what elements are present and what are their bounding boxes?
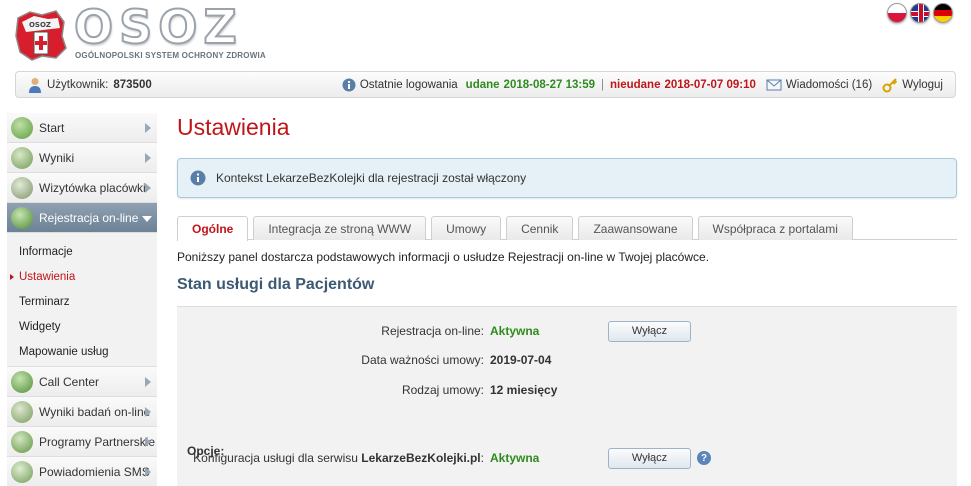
sidebar-item-label: Wizytówka placówki xyxy=(39,180,146,195)
row-value: Aktywna xyxy=(490,451,540,465)
flag-de-icon[interactable] xyxy=(933,3,953,23)
chevron-right-icon xyxy=(145,153,151,163)
sidebar-item-call-center[interactable]: Call Center xyxy=(7,367,157,397)
chevron-right-icon xyxy=(145,377,151,387)
sidebar-item-label: Powiadomienia SMS xyxy=(39,464,150,479)
user-id: 873500 xyxy=(113,78,152,91)
row-value: Aktywna xyxy=(490,324,540,338)
row-label: Konfiguracja usługi dla serwisu LekarzeB… xyxy=(177,451,490,465)
monitor-icon xyxy=(11,116,33,139)
header: OSOZ OSOZ OGÓLNOPOLSKI SYSTEM OCHRONY ZD… xyxy=(0,0,971,70)
envelope-icon[interactable] xyxy=(766,78,782,92)
microscope-icon xyxy=(11,400,33,423)
login-fail-value: 2018-07-07 09:10 xyxy=(664,78,756,91)
tab-umowy[interactable]: Umowy xyxy=(431,216,502,240)
handshake-icon xyxy=(11,430,33,453)
login-separator: | xyxy=(600,78,604,91)
disable-registration-button[interactable]: Wyłącz xyxy=(608,320,691,342)
row-rodzaj-umowy: Rodzaj umowy: 12 miesięcy xyxy=(177,380,957,400)
phone-icon xyxy=(11,370,33,393)
sidebar-item-wyniki[interactable]: Wyniki xyxy=(7,143,157,173)
info-message: Kontekst LekarzeBezKolejki dla rejestrac… xyxy=(177,158,957,198)
sidebar-submenu: Informacje Ustawienia Terminarz Widgety … xyxy=(7,233,157,367)
tab-zaawansowane[interactable]: Zaawansowane xyxy=(578,216,693,240)
sidebar-item-start[interactable]: Start xyxy=(7,113,157,143)
disable-lbk-button[interactable]: Wyłącz xyxy=(608,447,691,469)
tab-ogolne[interactable]: Ogólne xyxy=(177,216,249,241)
flag-en-icon[interactable] xyxy=(910,3,930,23)
chevron-right-icon xyxy=(145,437,151,447)
sidebar-item-label: Call Center xyxy=(39,374,100,389)
row-value: 2019-07-04 xyxy=(490,353,552,367)
osoz-logo-icon[interactable]: OSOZ xyxy=(12,6,68,62)
flag-pl-icon[interactable] xyxy=(887,3,907,23)
sidebar-item-sms[interactable]: Powiadomienia SMS xyxy=(7,457,157,486)
submenu-item-mapowanie[interactable]: Mapowanie usług xyxy=(7,339,157,364)
panel-description: Poniższy panel dostarcza podstawowych in… xyxy=(177,250,710,264)
row-label: Rodzaj umowy: xyxy=(401,383,484,397)
key-icon[interactable] xyxy=(882,77,898,93)
logout-link[interactable]: Wyloguj xyxy=(902,79,943,91)
language-switcher xyxy=(887,3,953,23)
login-fail-label: nieudane xyxy=(609,78,661,91)
user-bar: Użytkownik: 873500 Ostatnie logowania ud… xyxy=(15,71,956,98)
info-icon xyxy=(190,170,206,186)
sidebar-item-label: Programy Partnerskie xyxy=(39,434,156,449)
row-konfiguracja: Konfiguracja usługi dla serwisu LekarzeB… xyxy=(177,447,957,469)
chevron-right-icon xyxy=(145,183,151,193)
messages-link[interactable]: Wiadomości (16) xyxy=(786,79,872,91)
user-label: Użytkownik: xyxy=(47,78,109,91)
row-label: Rejestracja on-line: xyxy=(381,324,484,338)
row-rejestracja: Rejestracja on-line: Aktywna Wyłącz xyxy=(177,320,957,342)
row-label: Data ważności umowy: xyxy=(361,353,484,367)
tab-cennik[interactable]: Cennik xyxy=(506,216,574,240)
help-icon[interactable]: ? xyxy=(697,451,711,465)
last-logins-label: Ostatnie logowania xyxy=(359,78,458,91)
row-value: 12 miesięcy xyxy=(490,383,558,397)
page-title: Ustawienia xyxy=(177,114,290,140)
sidebar-item-label: Wyniki xyxy=(39,150,75,165)
sidebar-item-label: Rejestracja on-line xyxy=(39,210,139,225)
tab-integracja[interactable]: Integracja ze stroną WWW xyxy=(253,216,427,240)
sidebar-item-wyniki-badan[interactable]: Wyniki badań on-line xyxy=(7,397,157,427)
submenu-item-widgety[interactable]: Widgety xyxy=(7,314,157,339)
sidebar: Start Wyniki Wizytówka placówki Rejestra… xyxy=(7,113,157,486)
user-icon xyxy=(29,77,41,93)
section-title: Stan usługi dla Pacjentów xyxy=(177,276,375,293)
option-label-suffix: : xyxy=(480,451,484,465)
sms-icon xyxy=(11,460,33,483)
logo-subtitle: OGÓLNOPOLSKI SYSTEM OCHRONY ZDROWIA xyxy=(75,51,266,60)
chevron-right-icon xyxy=(145,123,151,133)
login-success-label: udane xyxy=(465,78,500,91)
service-status-panel: Rejestracja on-line: Aktywna Wyłącz Data… xyxy=(177,306,957,486)
submenu-item-terminarz[interactable]: Terminarz xyxy=(7,289,157,314)
main-content: Ustawienia Kontekst LekarzeBezKolejki dl… xyxy=(177,112,957,486)
sidebar-item-label: Wyniki badań on-line xyxy=(39,404,151,419)
compass-icon xyxy=(11,176,33,199)
chevron-right-icon xyxy=(145,407,151,417)
chevron-down-icon xyxy=(142,216,152,222)
sidebar-item-label: Start xyxy=(39,120,65,135)
submenu-item-ustawienia[interactable]: Ustawienia xyxy=(7,264,157,289)
submenu-item-informacje[interactable]: Informacje xyxy=(7,239,157,264)
info-message-text: Kontekst LekarzeBezKolejki dla rejestrac… xyxy=(216,171,527,185)
logo-text: OSOZ xyxy=(73,0,243,54)
info-icon xyxy=(342,78,356,91)
sidebar-item-rejestracja[interactable]: Rejestracja on-line xyxy=(7,203,157,233)
globe-icon xyxy=(11,206,33,229)
option-label-prefix: Konfiguracja usługi dla serwisu xyxy=(193,451,358,465)
tab-wspolpraca[interactable]: Współpraca z portalami xyxy=(697,216,853,240)
tab-bar: Ogólne Integracja ze stroną WWW Umowy Ce… xyxy=(177,216,957,241)
option-label-site: LekarzeBezKolejki.pl xyxy=(361,451,481,465)
sidebar-item-programy[interactable]: Programy Partnerskie xyxy=(7,427,157,457)
sidebar-item-wizytowka[interactable]: Wizytówka placówki xyxy=(7,173,157,203)
login-success-value: 2018-08-27 13:59 xyxy=(503,78,595,91)
logo-badge-text: OSOZ xyxy=(29,21,51,29)
chevron-right-icon xyxy=(145,467,151,477)
chart-icon xyxy=(11,146,33,169)
row-data-waznosci: Data ważności umowy: 2019-07-04 xyxy=(177,350,957,370)
